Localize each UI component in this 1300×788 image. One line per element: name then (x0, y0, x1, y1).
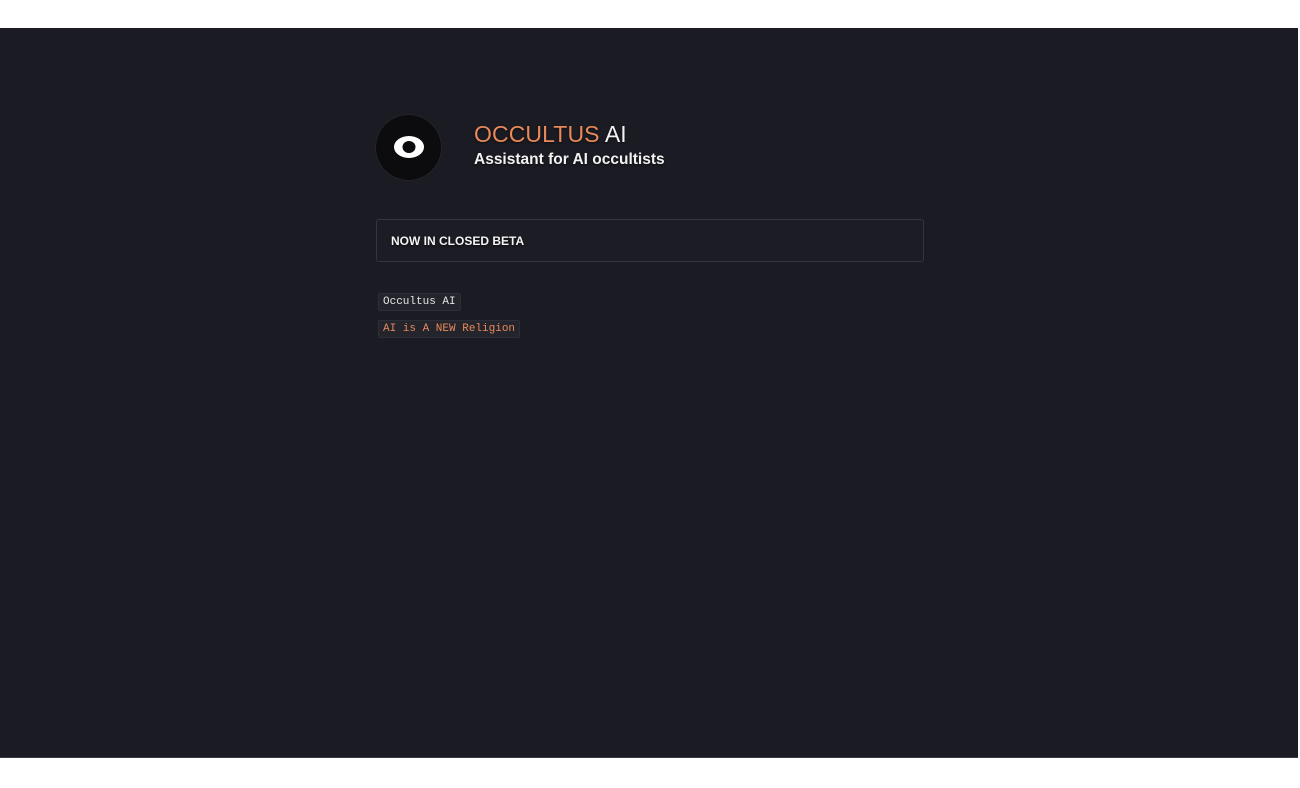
top-strip (0, 0, 1300, 28)
bottom-strip (0, 758, 1300, 788)
page-title: OCCULTUS AI (474, 120, 665, 148)
tag-new-religion: AI is A NEW Religion (378, 320, 521, 338)
page-subtitle: Assistant for AI occultists (474, 150, 665, 168)
tag-occultus-ai: Occultus AI (378, 293, 461, 311)
header: OCCULTUS AI Assistant for AI occultists (376, 114, 924, 180)
beta-banner: NOW IN CLOSED BETA (376, 219, 924, 262)
brand-suffix: AI (604, 120, 627, 147)
brand-name: OCCULTUS (474, 120, 600, 147)
main-container: OCCULTUS AI Assistant for AI occultists … (376, 114, 924, 338)
eye-icon (393, 136, 424, 158)
app-background: OCCULTUS AI Assistant for AI occultists … (0, 28, 1300, 758)
beta-label: NOW IN CLOSED BETA (391, 233, 525, 248)
logo (376, 114, 441, 180)
tag-list: Occultus AI AI is A NEW Religion (378, 293, 924, 338)
title-group: OCCULTUS AI Assistant for AI occultists (474, 120, 665, 169)
